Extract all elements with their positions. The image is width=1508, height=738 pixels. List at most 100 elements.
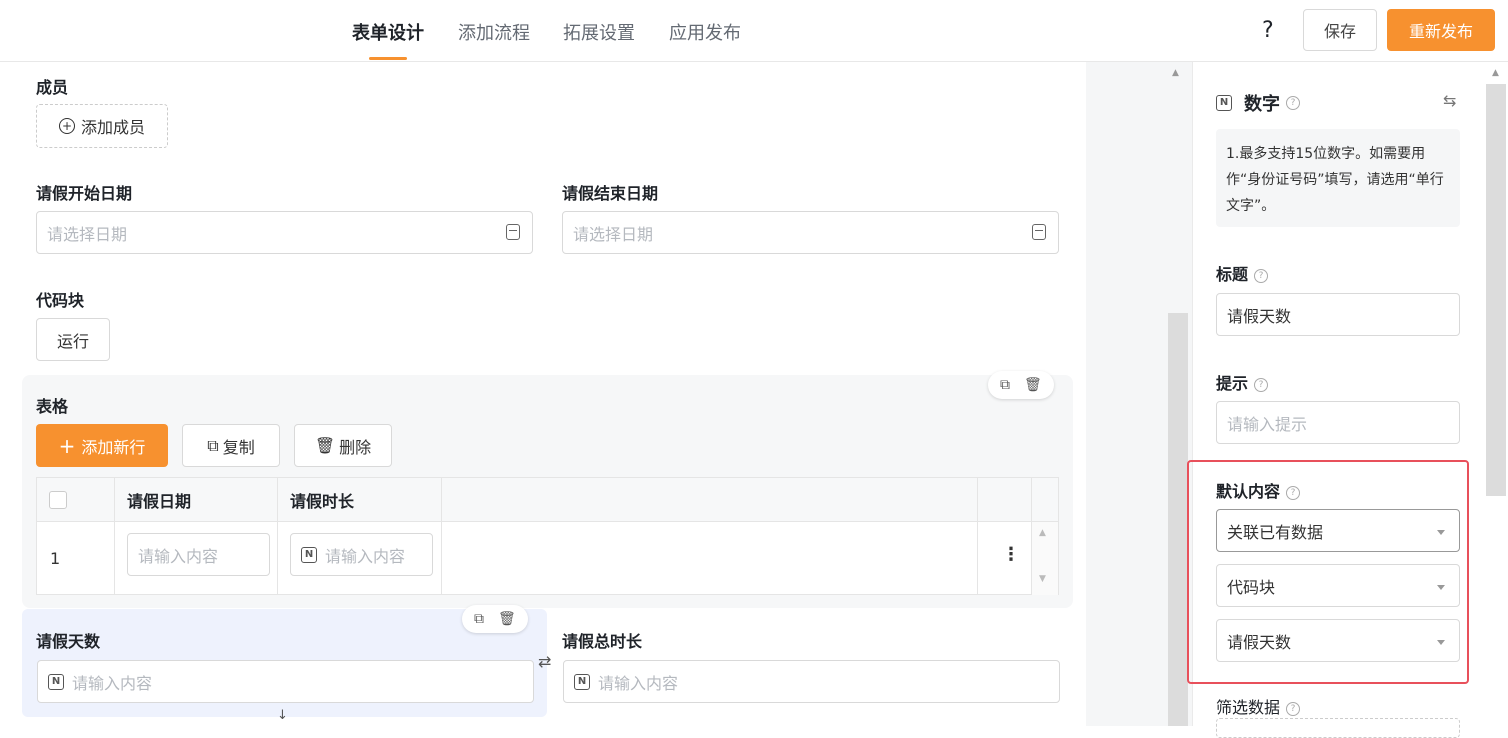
title-label-text: 标题 bbox=[1216, 265, 1249, 284]
column-header: 请假时长 bbox=[278, 478, 442, 522]
column-header: 请假日期 bbox=[115, 478, 278, 522]
table-grid: 请假日期 请假时长 1 请输入内容 N 请输入内容 ⋮ ▲ ▼ bbox=[36, 477, 1059, 595]
copy-icon[interactable]: ⧉ bbox=[1000, 377, 1010, 393]
trash-icon[interactable]: 🗑 bbox=[498, 611, 516, 627]
scroll-down-arrow-icon[interactable]: ▼ bbox=[1039, 574, 1046, 584]
table-cell: 请输入内容 bbox=[115, 522, 278, 595]
top-bar: 表单设计 添加流程 拓展设置 应用发布 ? 保存 重新发布 bbox=[0, 0, 1508, 62]
scroll-up-arrow-icon[interactable]: ▲ bbox=[1492, 68, 1499, 78]
leave-days-placeholder: 请输入内容 bbox=[72, 673, 153, 693]
tab-app-publish[interactable]: 应用发布 bbox=[669, 19, 741, 45]
total-hours-placeholder: 请输入内容 bbox=[598, 673, 679, 693]
add-member-label: 添加成员 bbox=[80, 118, 145, 137]
trash-icon[interactable]: 🗑 bbox=[1024, 377, 1042, 393]
default-field-select[interactable]: 请假天数 bbox=[1216, 619, 1460, 662]
hint-placeholder: 请输入提示 bbox=[1227, 414, 1308, 434]
default-source-select[interactable]: 关联已有数据 bbox=[1216, 509, 1460, 552]
help-circle-icon[interactable]: ? bbox=[1286, 485, 1301, 500]
add-row-button[interactable]: + 添加新行 bbox=[36, 424, 168, 467]
add-member-button[interactable]: + 添加成员 bbox=[36, 104, 168, 148]
hint-label: 提示? bbox=[1216, 370, 1269, 394]
arrow-down-icon[interactable]: ↓ bbox=[277, 708, 288, 723]
cell-placeholder: 请输入内容 bbox=[138, 546, 219, 566]
table-label: 表格 bbox=[36, 397, 69, 416]
delete-button[interactable]: 🗑 删除 bbox=[294, 424, 392, 467]
plus-icon: + bbox=[58, 433, 76, 458]
hint-label-text: 提示 bbox=[1216, 374, 1249, 393]
scroll-up-arrow-icon[interactable]: ▲ bbox=[1172, 68, 1179, 78]
panel-scrollbar[interactable] bbox=[1486, 84, 1506, 496]
title-input[interactable]: 请假天数 bbox=[1216, 293, 1460, 336]
number-field-icon: N bbox=[1216, 95, 1232, 111]
copy-icon: ⧉ bbox=[207, 435, 219, 455]
row-scrollbar[interactable]: ▲ ▼ bbox=[1032, 522, 1058, 595]
start-date-label: 请假开始日期 bbox=[36, 184, 133, 203]
select-all-header bbox=[37, 478, 115, 522]
end-date-input[interactable]: 请选择日期 bbox=[562, 211, 1059, 254]
more-vertical-icon[interactable]: ⋮ bbox=[1002, 544, 1020, 565]
total-hours-input[interactable]: N 请输入内容 bbox=[563, 660, 1060, 703]
canvas-scrollbar[interactable] bbox=[1168, 313, 1188, 726]
tab-add-workflow[interactable]: 添加流程 bbox=[458, 19, 530, 45]
column-header-scroll bbox=[1032, 478, 1058, 522]
title-input-value: 请假天数 bbox=[1227, 306, 1292, 326]
number-field-icon: N bbox=[301, 546, 317, 563]
select-value: 代码块 bbox=[1227, 577, 1276, 597]
help-circle-icon[interactable]: ? bbox=[1286, 701, 1301, 716]
filter-data-label-text: 筛选数据 bbox=[1216, 698, 1281, 717]
select-all-checkbox[interactable] bbox=[49, 491, 67, 509]
leave-date-cell-input[interactable]: 请输入内容 bbox=[127, 533, 270, 576]
help-icon[interactable]: ? bbox=[1262, 18, 1274, 43]
end-date-label: 请假结束日期 bbox=[562, 184, 659, 203]
default-content-label-text: 默认内容 bbox=[1216, 482, 1281, 501]
filter-data-box[interactable] bbox=[1216, 718, 1460, 738]
cell-placeholder: 请输入内容 bbox=[325, 546, 406, 566]
field-actions: ⧉ 🗑 bbox=[462, 605, 528, 633]
leave-days-label: 请假天数 bbox=[36, 632, 101, 651]
start-date-placeholder: 请选择日期 bbox=[47, 224, 128, 244]
add-row-label: 添加新行 bbox=[81, 437, 146, 457]
start-date-input[interactable]: 请选择日期 bbox=[36, 211, 533, 254]
help-circle-icon[interactable]: ? bbox=[1286, 96, 1300, 110]
help-circle-icon[interactable]: ? bbox=[1254, 377, 1269, 392]
row-index: 1 bbox=[50, 549, 61, 568]
members-label: 成员 bbox=[36, 78, 69, 97]
filter-data-label: 筛选数据? bbox=[1216, 694, 1301, 718]
number-field-icon: N bbox=[48, 673, 64, 690]
default-form-select[interactable]: 代码块 bbox=[1216, 564, 1460, 607]
hint-input[interactable]: 请输入提示 bbox=[1216, 401, 1460, 444]
select-value: 关联已有数据 bbox=[1227, 522, 1324, 542]
select-value: 请假天数 bbox=[1227, 632, 1292, 652]
tab-form-design[interactable]: 表单设计 bbox=[352, 19, 424, 45]
republish-button[interactable]: 重新发布 bbox=[1387, 9, 1495, 51]
column-header-actions bbox=[978, 478, 1032, 522]
calendar-icon bbox=[506, 224, 520, 240]
table-cell: N 请输入内容 bbox=[278, 522, 442, 595]
field-type-name: 数字 bbox=[1244, 94, 1280, 115]
column-header-empty bbox=[442, 478, 978, 522]
copy-label: 复制 bbox=[222, 437, 255, 457]
leave-duration-cell-input[interactable]: N 请输入内容 bbox=[290, 533, 433, 576]
table-cell bbox=[442, 522, 978, 595]
default-content-label: 默认内容? bbox=[1216, 478, 1301, 502]
save-button[interactable]: 保存 bbox=[1303, 9, 1377, 51]
scroll-up-arrow-icon[interactable]: ▲ bbox=[1039, 528, 1046, 538]
switch-type-icon[interactable]: ⇆ bbox=[1443, 91, 1456, 110]
table-cell: ⋮ bbox=[978, 522, 1032, 595]
title-label: 标题? bbox=[1216, 261, 1269, 285]
field-info-box: 1.最多支持15位数字。如需要用作“身份证号码”填写，请选用“单行文字”。 bbox=[1216, 129, 1460, 227]
trash-icon: 🗑 bbox=[314, 436, 336, 455]
total-hours-label: 请假总时长 bbox=[562, 632, 643, 651]
run-button[interactable]: 运行 bbox=[36, 318, 110, 361]
help-circle-icon[interactable]: ? bbox=[1254, 268, 1269, 283]
leave-days-input[interactable]: N 请输入内容 bbox=[37, 660, 534, 703]
tab-extension-settings[interactable]: 拓展设置 bbox=[563, 19, 635, 45]
field-info-text: 1.最多支持15位数字。如需要用作“身份证号码”填写，请选用“单行文字”。 bbox=[1226, 146, 1444, 214]
copy-icon[interactable]: ⧉ bbox=[474, 611, 484, 627]
swap-icon[interactable]: ⇄ bbox=[538, 652, 551, 671]
field-type-header: N 数字 ? bbox=[1216, 90, 1300, 116]
calendar-icon bbox=[1032, 224, 1046, 240]
copy-button[interactable]: ⧉ 复制 bbox=[182, 424, 280, 467]
code-block-label: 代码块 bbox=[36, 291, 85, 310]
table-field-actions: ⧉ 🗑 bbox=[988, 371, 1054, 399]
